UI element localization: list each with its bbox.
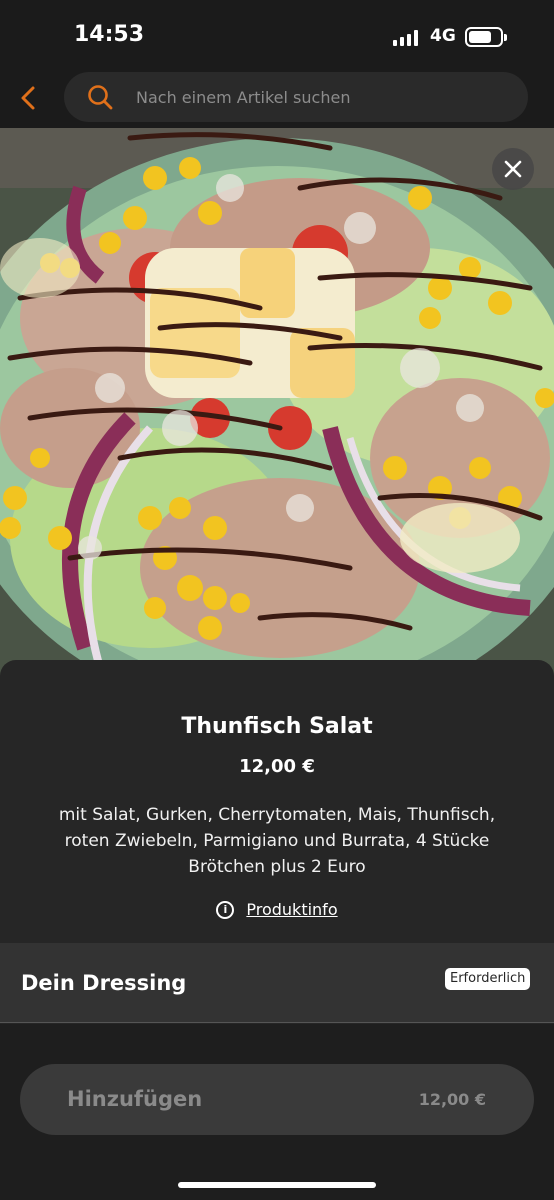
required-badge: Erforderlich: [445, 968, 531, 990]
home-indicator: [178, 1182, 376, 1188]
search-placeholder: Nach einem Artikel suchen: [136, 88, 351, 107]
add-button-price: 12,00 €: [418, 1090, 486, 1109]
search-input[interactable]: Nach einem Artikel suchen: [64, 72, 528, 122]
product-info-row[interactable]: i Produktinfo: [0, 900, 554, 919]
network-label: 4G: [430, 26, 456, 46]
back-button[interactable]: [10, 80, 46, 116]
top-bar: Nach einem Artikel suchen: [0, 72, 554, 128]
dressing-section: Dein Dressing Erforderlich: [0, 943, 554, 1023]
battery-icon: [465, 27, 507, 47]
close-button[interactable]: [492, 148, 534, 190]
status-time: 14:53: [74, 22, 145, 47]
product-title: Thunfisch Salat: [181, 714, 373, 739]
add-to-cart-button[interactable]: Hinzufügen 12,00 €: [20, 1064, 534, 1135]
product-price: 12,00 €: [239, 756, 315, 777]
search-icon: [88, 85, 113, 110]
status-bar: 14:53 4G: [0, 0, 554, 72]
info-icon: i: [216, 900, 235, 919]
product-image: [0, 128, 554, 688]
chevron-left-icon: [21, 86, 35, 110]
close-icon: [504, 160, 522, 178]
product-description: mit Salat, Gurken, Cherrytomaten, Mais, …: [58, 805, 496, 877]
signal-icon: [393, 30, 418, 46]
section-title: Dein Dressing: [21, 971, 187, 995]
add-button-label: Hinzufügen: [67, 1087, 203, 1111]
product-info-link[interactable]: Produktinfo: [246, 900, 337, 919]
